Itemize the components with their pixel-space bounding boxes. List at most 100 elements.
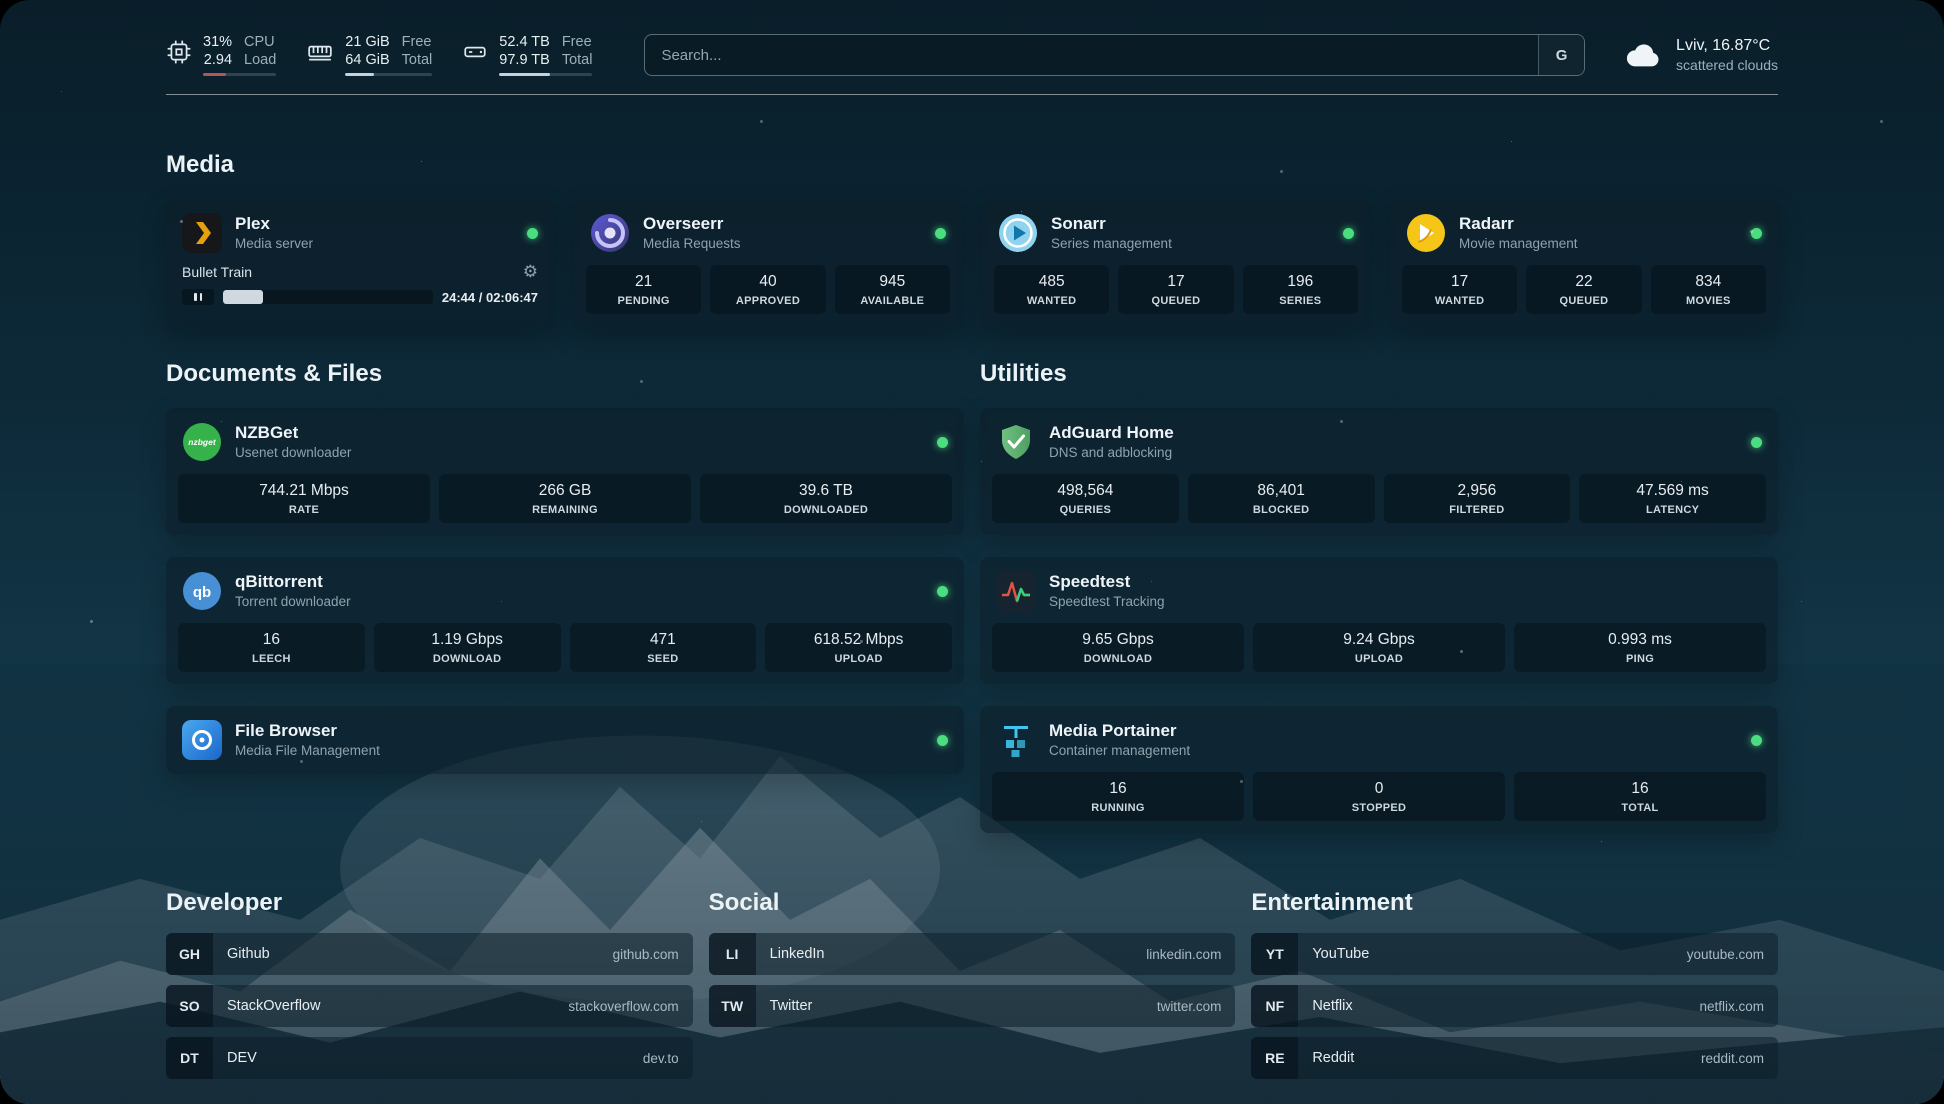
social-section: Social LI LinkedIn linkedin.com TW Twitt… [709, 889, 1236, 1079]
sonarr-header[interactable]: Sonarr Series management [994, 211, 1358, 255]
filebrowser-card: File Browser Media File Management [166, 706, 964, 774]
nzbget-card: nzbget NZBGet Usenet downloader 74 [166, 408, 964, 535]
adguard-header[interactable]: AdGuard Home DNS and adblocking [992, 420, 1766, 464]
stat-label: TOTAL [1518, 802, 1762, 814]
playback-progress[interactable] [223, 290, 433, 304]
bookmark-url: dev.to [643, 1051, 679, 1066]
cloud-icon [1623, 38, 1663, 73]
filebrowser-header[interactable]: File Browser Media File Management [178, 718, 952, 762]
bookmark-name: StackOverflow [227, 998, 320, 1014]
service-name: Sonarr [1051, 214, 1172, 234]
status-dot [1751, 228, 1762, 239]
overseerr-icon [590, 213, 630, 253]
service-subtitle: DNS and adblocking [1049, 445, 1174, 461]
stat-value: 40 [714, 273, 821, 291]
disk-total: 97.9 TB [499, 52, 550, 68]
stat-value: 9.65 Gbps [996, 631, 1240, 649]
stat-seed: 471 SEED [570, 623, 757, 672]
bookmark-url: netflix.com [1699, 999, 1764, 1014]
plex-header[interactable]: Plex Media server [178, 211, 542, 255]
portainer-header[interactable]: Media Portainer Container management [992, 718, 1766, 762]
gear-icon[interactable]: ⚙ [523, 263, 538, 280]
radarr-header[interactable]: Radarr Movie management [1402, 211, 1766, 255]
service-name: File Browser [235, 721, 380, 741]
search-provider-button[interactable]: G [1538, 35, 1584, 75]
cpu-percent: 31% [203, 34, 232, 50]
stat-value: 498,564 [996, 482, 1175, 500]
stat-label: LEECH [182, 653, 361, 665]
stat-blocked: 86,401 BLOCKED [1188, 474, 1375, 523]
stat-value: 2,956 [1388, 482, 1567, 500]
nzbget-icon: nzbget [182, 422, 222, 462]
stat-download: 1.19 Gbps DOWNLOAD [374, 623, 561, 672]
service-subtitle: Usenet downloader [235, 445, 351, 461]
adguard-card: AdGuard Home DNS and adblocking 498,564 … [980, 408, 1778, 535]
pause-button[interactable] [182, 289, 214, 305]
search-input[interactable] [645, 35, 1538, 75]
media-section: Media Plex Media server [166, 151, 1778, 326]
stat-value: 16 [1518, 780, 1762, 798]
bookmark-abbr: NF [1251, 985, 1298, 1027]
stat-leech: 16 LEECH [178, 623, 365, 672]
bookmark-dev[interactable]: DT DEV dev.to [166, 1037, 693, 1079]
entertainment-section: Entertainment YT YouTube youtube.com NF … [1251, 889, 1778, 1079]
bookmark-stackoverflow[interactable]: SO StackOverflow stackoverflow.com [166, 985, 693, 1027]
memory-total: 64 GiB [345, 52, 389, 68]
stat-pending: 21 PENDING [586, 265, 701, 314]
stat-value: 0 [1257, 780, 1501, 798]
bookmark-abbr: SO [166, 985, 213, 1027]
portainer-card: Media Portainer Container management 16 … [980, 706, 1778, 833]
stat-value: 39.6 TB [704, 482, 948, 500]
bookmark-netflix[interactable]: NF Netflix netflix.com [1251, 985, 1778, 1027]
service-name: Radarr [1459, 214, 1578, 234]
memory-free-label: Free [402, 34, 433, 50]
stat-label: SERIES [1247, 295, 1354, 307]
stat-label: MOVIES [1655, 295, 1762, 307]
bookmark-youtube[interactable]: YT YouTube youtube.com [1251, 933, 1778, 975]
stat-value: 945 [839, 273, 946, 291]
bookmark-linkedin[interactable]: LI LinkedIn linkedin.com [709, 933, 1236, 975]
stat-value: 17 [1122, 273, 1229, 291]
bookmark-twitter[interactable]: TW Twitter twitter.com [709, 985, 1236, 1027]
utilities-section-title: Utilities [980, 360, 1778, 388]
stat-running: 16 RUNNING [992, 772, 1244, 821]
weather-widget: Lviv, 16.87°C scattered clouds [1623, 37, 1778, 73]
overseerr-card: Overseerr Media Requests 21 PENDING 40 A… [574, 199, 962, 326]
plex-icon [182, 213, 222, 253]
qbittorrent-header[interactable]: qb qBittorrent Torrent downloader [178, 569, 952, 613]
bookmark-reddit[interactable]: RE Reddit reddit.com [1251, 1037, 1778, 1079]
stat-label: SEED [574, 653, 753, 665]
stat-value: 16 [996, 780, 1240, 798]
bookmark-name: LinkedIn [770, 946, 825, 962]
stat-label: QUEUED [1530, 295, 1637, 307]
stat-value: 485 [998, 273, 1105, 291]
nzbget-header[interactable]: nzbget NZBGet Usenet downloader [178, 420, 952, 464]
developer-section: Developer GH Github github.com SO StackO… [166, 889, 693, 1079]
bookmark-abbr: LI [709, 933, 756, 975]
memory-widget: 21 GiB 64 GiB Free Total [306, 34, 432, 76]
stat-label: QUEUED [1122, 295, 1229, 307]
disk-free: 52.4 TB [499, 34, 550, 50]
service-subtitle: Movie management [1459, 236, 1578, 252]
search-bar: G [644, 34, 1585, 76]
bookmark-github[interactable]: GH Github github.com [166, 933, 693, 975]
bookmark-abbr: TW [709, 985, 756, 1027]
disk-usage-bar [499, 73, 592, 76]
stat-latency: 47.569 ms LATENCY [1579, 474, 1766, 523]
stat-upload: 618.52 Mbps UPLOAD [765, 623, 952, 672]
stat-value: 47.569 ms [1583, 482, 1762, 500]
stat-value: 0.993 ms [1518, 631, 1762, 649]
stat-value: 22 [1530, 273, 1637, 291]
stat-wanted: 17 WANTED [1402, 265, 1517, 314]
speedtest-header[interactable]: Speedtest Speedtest Tracking [992, 569, 1766, 613]
overseerr-header[interactable]: Overseerr Media Requests [586, 211, 950, 255]
status-dot [1343, 228, 1354, 239]
stat-value: 618.52 Mbps [769, 631, 948, 649]
stat-label: UPLOAD [769, 653, 948, 665]
stat-value: 471 [574, 631, 753, 649]
bookmark-url: github.com [613, 947, 679, 962]
stat-series: 196 SERIES [1243, 265, 1358, 314]
sonarr-icon [998, 213, 1038, 253]
disk-icon [462, 39, 488, 70]
weather-condition: scattered clouds [1676, 57, 1778, 73]
